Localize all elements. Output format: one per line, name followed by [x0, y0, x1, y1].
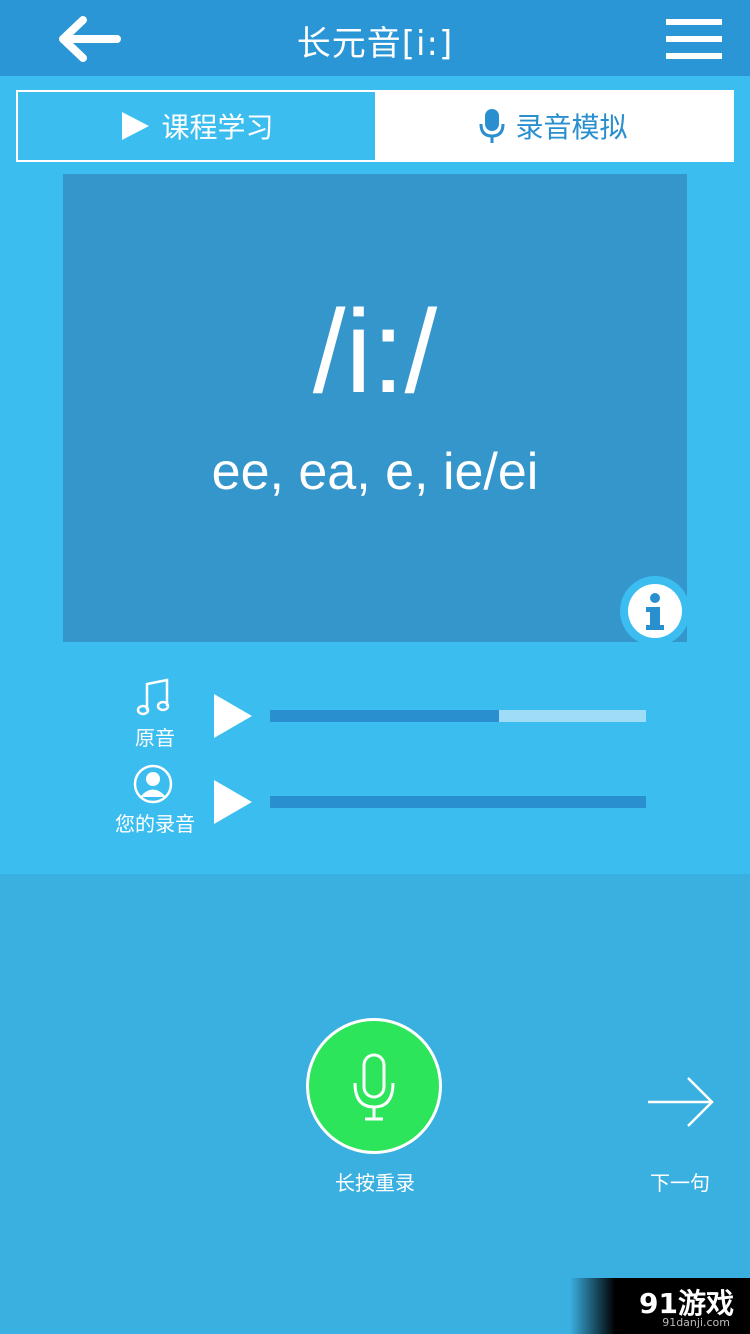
info-button[interactable]: [620, 576, 690, 646]
record-label: 长按重录: [335, 1171, 415, 1195]
progress-remaining: [499, 710, 646, 722]
microphone-icon: [479, 109, 505, 143]
recording-controls: 长按重录 下一句: [0, 874, 750, 1334]
user-recording-progress[interactable]: [270, 796, 646, 808]
user-recording-row: 您的录音: [0, 764, 750, 844]
hamburger-menu-icon: [666, 19, 722, 59]
microphone-icon: [353, 1053, 395, 1121]
watermark-url: 91danji.com: [662, 1316, 730, 1329]
phonetic-card: /i:/ ee, ea, e, ie/ei: [63, 174, 687, 642]
tab-label: 课程学习: [161, 111, 274, 144]
tab-bar: 课程学习 录音模拟: [16, 90, 734, 162]
next-sentence-label: 下一句: [650, 1171, 710, 1195]
user-avatar-icon: [133, 764, 173, 804]
page-title: 长元音[i:]: [296, 24, 454, 64]
tab-label: 录音模拟: [515, 111, 628, 144]
original-audio-label: 原音: [135, 726, 175, 750]
original-audio-progress[interactable]: [270, 710, 646, 722]
spelling-patterns: ee, ea, e, ie/ei: [211, 443, 539, 501]
menu-button[interactable]: [664, 16, 724, 62]
original-audio-row: 原音: [0, 678, 750, 758]
app-header: 长元音[i:]: [0, 0, 750, 76]
play-recording-button[interactable]: [212, 778, 254, 826]
info-icon: [628, 584, 682, 638]
phonetic-symbol: /i:/: [312, 286, 438, 418]
arrow-right-icon: [648, 1077, 714, 1127]
play-original-button[interactable]: [212, 692, 254, 740]
music-note-icon: [136, 678, 170, 716]
record-button[interactable]: [306, 1018, 442, 1154]
lesson-panel: 课程学习 录音模拟 /i:/ ee, ea, e, ie/ei 原音 您的录音: [0, 76, 750, 874]
next-sentence-button[interactable]: [646, 1074, 716, 1130]
user-recording-label: 您的录音: [115, 812, 195, 836]
tab-course-study[interactable]: 课程学习: [18, 92, 375, 160]
tab-recording-practice[interactable]: 录音模拟: [375, 92, 732, 160]
play-icon: [122, 112, 150, 140]
watermark: 91游戏 91danji.com: [570, 1278, 750, 1334]
